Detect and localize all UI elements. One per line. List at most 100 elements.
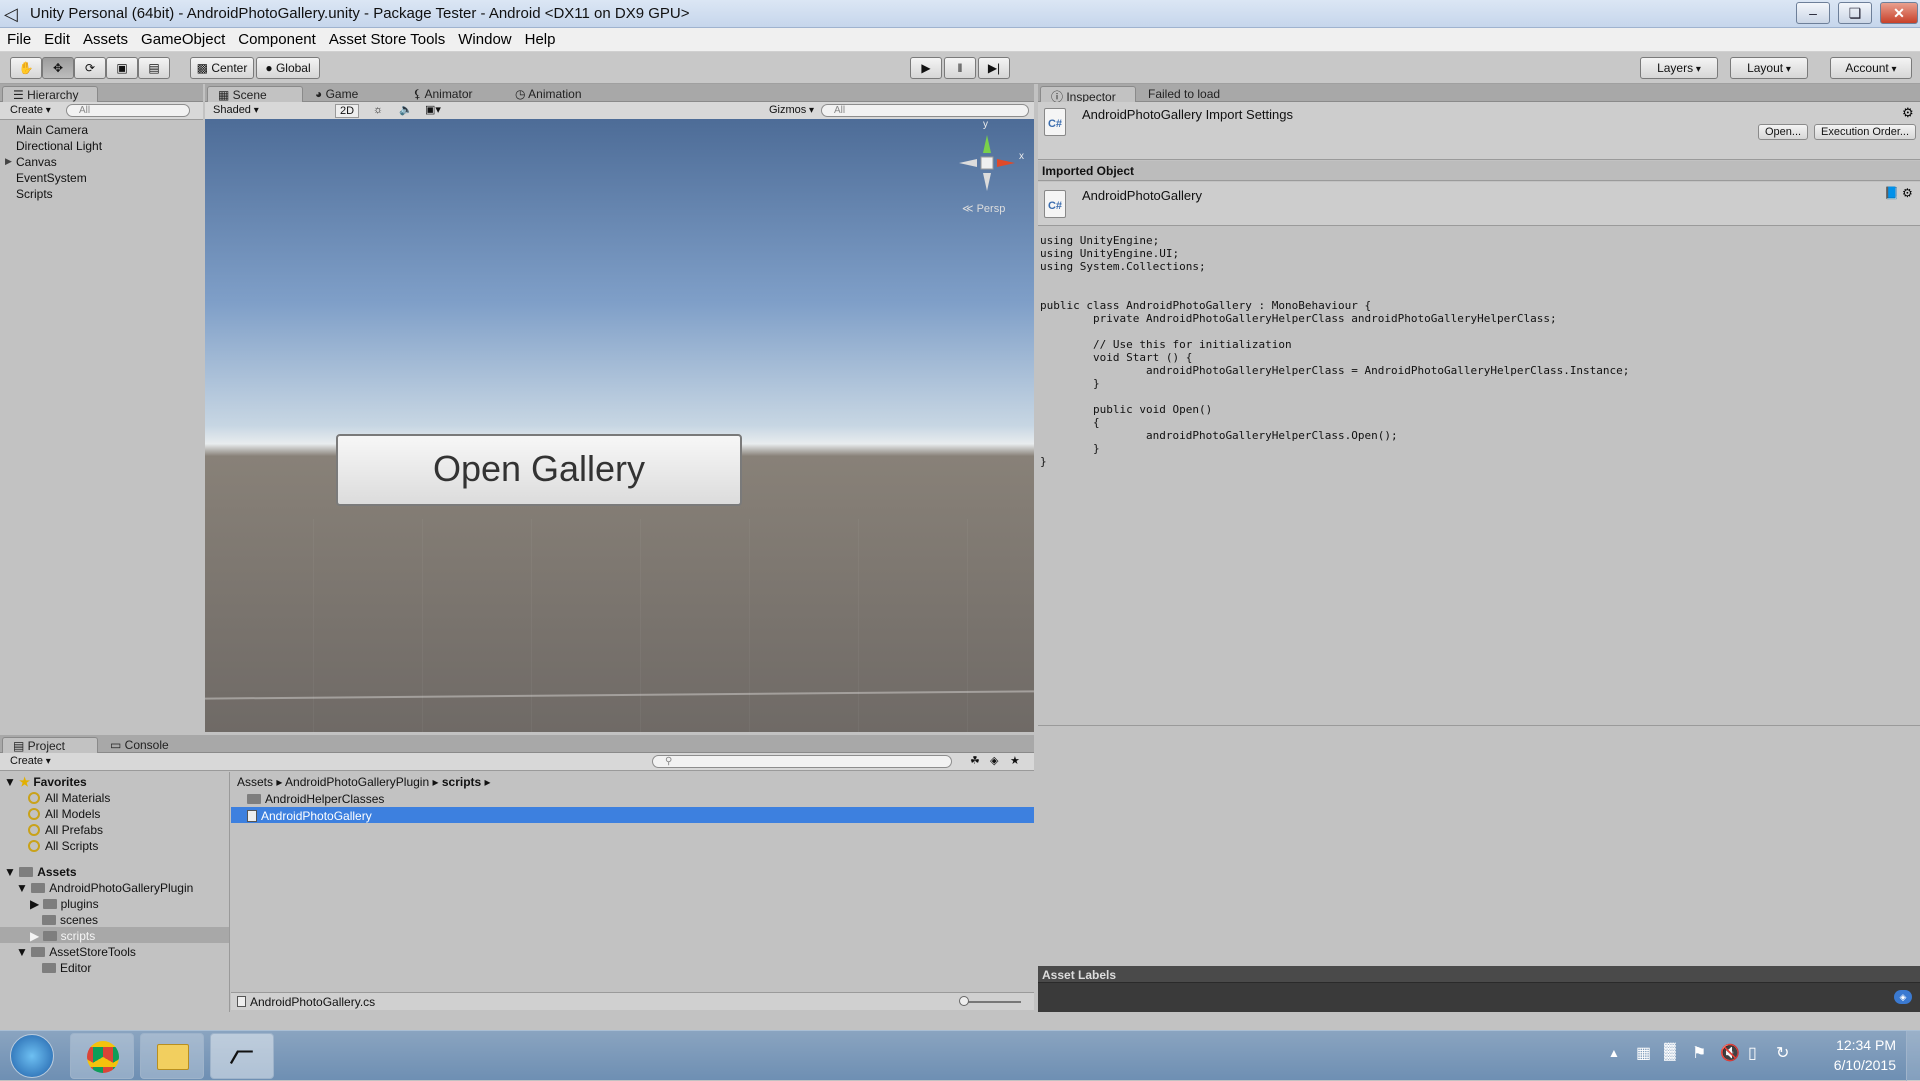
tab-scene[interactable]: ▦ Scene [207,86,303,103]
tab-console[interactable]: ▭ Console [100,737,179,754]
shading-dropdown[interactable]: Shaded [209,104,329,118]
rect-tool-icon[interactable]: ▤ [138,57,170,79]
scene-search-input[interactable]: All [821,104,1029,117]
tree-plugins[interactable]: ▶ plugins [30,897,99,911]
layers-dropdown[interactable]: Layers [1640,57,1718,79]
tree-scenes[interactable]: scenes [42,913,98,927]
scene-gizmo-icon[interactable] [955,131,1025,201]
menu-component[interactable]: Component [231,28,322,48]
tray-expand-icon[interactable]: ▲ [1608,1046,1620,1060]
asset-csharp-icon: C# [1044,190,1066,218]
tray-action-center-icon[interactable]: ▦ [1636,1043,1651,1063]
scene-viewport[interactable]: Open Gallery x y ≪ Persp [205,119,1034,732]
filter-label-icon[interactable]: ◈ [986,755,1002,769]
tree-scripts[interactable]: ▶ scripts [30,929,95,943]
breadcrumb-plugin[interactable]: AndroidPhotoGalleryPlugin [285,775,429,789]
rotate-tool-icon[interactable]: ⟳ [74,57,106,79]
asset-gear-icon[interactable]: ⚙ [1902,186,1913,200]
gizmos-dropdown[interactable]: Gizmos [765,104,818,118]
menu-asset-store-tools[interactable]: Asset Store Tools [322,28,451,48]
hierarchy-item-directional-light[interactable]: Directional Light [16,139,102,153]
settings-gear-icon[interactable]: ⚙ [1902,105,1914,121]
fav-all-prefabs[interactable]: All Prefabs [28,823,103,837]
assets-root[interactable]: ▼ Assets [4,865,77,879]
hand-tool-icon[interactable]: ✋ [10,57,42,79]
toggle-2d-button[interactable]: 2D [335,104,360,118]
open-button[interactable]: Open... [1758,124,1809,140]
file-androidhelperclasses[interactable]: AndroidHelperClasses [247,792,384,806]
account-dropdown[interactable]: Account [1830,57,1912,79]
hierarchy-search-input[interactable]: All [66,104,190,117]
window-titlebar: ◁ Unity Personal (64bit) - AndroidPhotoG… [0,0,1920,28]
open-gallery-button[interactable]: Open Gallery [336,434,742,506]
scale-tool-icon[interactable]: ▣ [106,57,138,79]
hierarchy-item-scripts[interactable]: Scripts [16,187,53,201]
help-book-icon[interactable]: 📘 [1884,186,1899,200]
pivot-center-button[interactable]: ▩ Center [190,57,254,79]
menu-edit[interactable]: Edit [37,28,76,48]
tab-animator[interactable]: ⚸ Animator [403,86,483,103]
show-desktop-button[interactable] [1906,1031,1920,1081]
layout-dropdown[interactable]: Layout [1730,57,1808,79]
step-button[interactable]: ▶| [978,57,1010,79]
start-button-icon[interactable] [10,1034,54,1078]
tab-inspector[interactable]: ⓘ Inspector [1040,86,1136,104]
breadcrumb-scripts[interactable]: scripts [442,775,481,789]
slider-handle[interactable] [959,996,969,1006]
favorite-star-icon[interactable]: ★ [1006,755,1024,769]
fav-all-models[interactable]: All Models [28,807,100,821]
tab-game[interactable]: ◕ Game [305,86,368,103]
icon-size-slider[interactable] [961,1001,1021,1003]
filter-type-icon[interactable]: ☘ [966,755,984,769]
sync-icon[interactable]: ↻ [1776,1043,1789,1063]
device-icon[interactable]: ▯ [1748,1043,1757,1063]
effects-icon[interactable]: ▣▾ [421,104,445,118]
label-tag-icon[interactable]: ◈ [1894,990,1912,1004]
hierarchy-item-eventsystem[interactable]: EventSystem [16,171,87,185]
hierarchy-item-canvas[interactable]: Canvas [16,155,57,169]
pause-button[interactable]: ‖ [944,57,976,79]
volume-muted-icon[interactable]: 🔇 [1720,1043,1740,1063]
network-icon[interactable]: ▓ [1664,1043,1676,1061]
menu-assets[interactable]: Assets [76,28,134,48]
status-file-label: AndroidPhotoGallery.cs [250,995,376,1009]
tab-animation[interactable]: ◷ Animation [505,86,592,103]
project-create-button[interactable]: Create [6,755,55,769]
expand-arrow-icon[interactable]: ▶ [5,156,12,167]
breadcrumb-assets[interactable]: Assets [237,775,273,789]
fav-all-materials[interactable]: All Materials [28,791,110,805]
tab-failed-to-load[interactable]: Failed to load [1138,86,1230,103]
menu-help[interactable]: Help [518,28,562,48]
tab-project[interactable]: ▤ Project [2,737,98,754]
tree-assetstoretools[interactable]: ▼ AssetStoreTools [16,945,136,959]
fav-all-scripts[interactable]: All Scripts [28,839,98,853]
menu-window[interactable]: Window [451,28,517,48]
execution-order-button[interactable]: Execution Order... [1814,124,1917,140]
move-tool-icon[interactable]: ✥ [42,57,74,79]
tree-androidphotogalleryplugin[interactable]: ▼ AndroidPhotoGalleryPlugin [16,881,193,895]
restore-button[interactable]: ❏ [1838,2,1872,24]
unity-app-icon[interactable]: ⦧ [210,1033,274,1079]
file-androidphotogallery[interactable]: AndroidPhotoGallery [247,809,372,823]
pivot-global-button[interactable]: ● Global [256,57,320,79]
audio-icon[interactable]: 🔈 [395,104,417,118]
close-button[interactable]: ✕ [1880,2,1918,24]
minimize-button[interactable]: – [1796,2,1830,24]
lighting-icon[interactable]: ☼ [369,104,387,118]
project-search-input[interactable]: ⚲ [652,755,952,768]
clock-time[interactable]: 12:34 PM [1820,1037,1896,1053]
tree-editor[interactable]: Editor [42,961,91,975]
hierarchy-create-button[interactable]: Create [6,104,55,118]
chrome-app-icon[interactable] [70,1033,134,1079]
clock-date[interactable]: 6/10/2015 [1810,1057,1896,1073]
favorites-header[interactable]: ▼ ★ Favorites [4,775,87,789]
flag-icon[interactable]: ⚑ [1692,1043,1706,1063]
menu-gameobject[interactable]: GameObject [134,28,231,48]
persp-label[interactable]: ≪ Persp [962,202,1005,215]
play-button[interactable]: ▶ [910,57,942,79]
menu-file[interactable]: File [0,28,37,48]
hierarchy-item-main-camera[interactable]: Main Camera [16,123,88,137]
fav-all-prefabs-label: All Prefabs [45,823,104,837]
tab-hierarchy[interactable]: ☰ Hierarchy [2,86,98,103]
explorer-app-icon[interactable] [140,1033,204,1079]
